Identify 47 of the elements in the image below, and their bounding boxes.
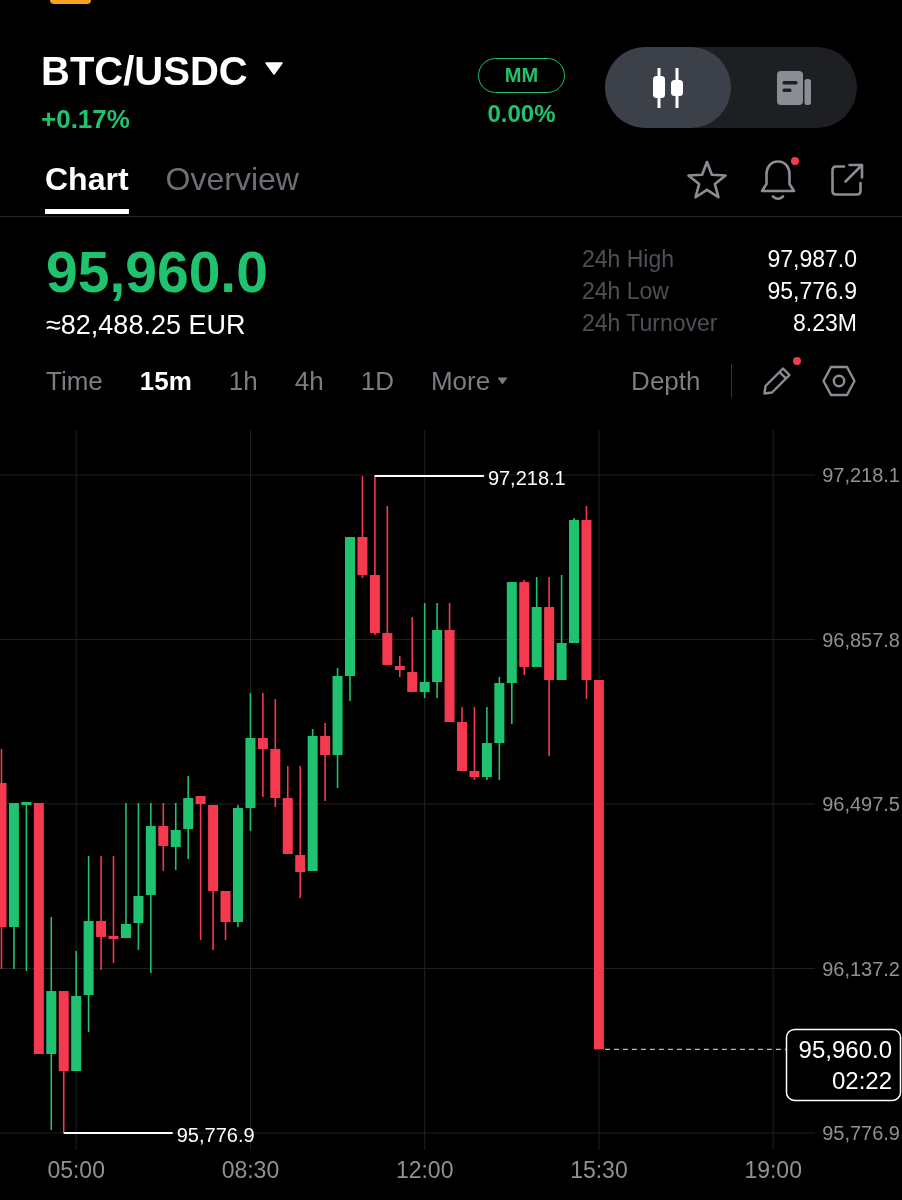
caret-down-icon	[497, 377, 509, 385]
interval-tab[interactable]: 1D	[360, 364, 394, 398]
stat-value: 8.23M	[793, 309, 857, 338]
interval-tab[interactable]: Time	[46, 364, 103, 398]
falling-candle	[158, 802, 169, 872]
x-axis-label: 12:00	[395, 1157, 454, 1183]
stat-label: 24h Turnover	[581, 309, 718, 338]
y-axis-label: 96,497.5	[822, 793, 900, 815]
x-axis-label: 19:00	[744, 1157, 802, 1183]
last-price: 95,960.0	[46, 242, 268, 302]
pencil-icon[interactable]	[762, 366, 792, 396]
more-menu-button[interactable]: More	[430, 364, 509, 398]
high-price-label: 97,218.1	[487, 467, 566, 489]
interval-tab[interactable]: 4h	[294, 364, 324, 398]
stat-label: 24h Low	[581, 277, 670, 306]
share-icon[interactable]	[828, 161, 866, 199]
fiat-price: ≈82,488.25 EUR	[46, 309, 246, 341]
interval-tab[interactable]: 1h	[228, 364, 258, 398]
tab[interactable]: Overview	[165, 160, 299, 214]
star-icon[interactable]	[686, 160, 728, 200]
mm-rate-label: 0.00%	[487, 100, 556, 128]
app-icon	[50, 0, 91, 4]
rising-candle	[170, 802, 181, 871]
symbol-selector[interactable]: BTC/USDC	[41, 49, 283, 93]
y-axis-label: 97,218.1	[822, 464, 900, 486]
y-axis-label: 96,857.8	[822, 628, 900, 651]
bell-icon[interactable]	[758, 158, 798, 202]
x-axis-label: 05:00	[47, 1157, 105, 1183]
interval-tab[interactable]: 15m	[139, 364, 192, 398]
low-price-label: 95,776.9	[176, 1124, 255, 1146]
x-axis-label: 08:30	[221, 1157, 280, 1183]
stat-label: 24h High	[581, 245, 675, 274]
last-price-label: 95,960.0	[798, 1036, 892, 1064]
y-axis-label: 96,137.2	[822, 957, 900, 980]
settings-icon[interactable]	[822, 365, 856, 397]
depth-button[interactable]: Depth	[631, 364, 701, 398]
caret-down-icon	[264, 61, 283, 75]
tab[interactable]: Chart	[45, 160, 129, 214]
countdown-label: 02:22	[831, 1067, 892, 1095]
falling-candle	[457, 706, 467, 772]
stat-value: 97,987.0	[767, 245, 857, 274]
x-axis-label: 15:30	[570, 1157, 628, 1183]
candlestick-icon	[651, 67, 685, 108]
stat-value: 95,776.9	[767, 277, 857, 306]
y-axis-label: 95,776.9	[822, 1122, 900, 1144]
price-change-label: +0.17%	[41, 104, 130, 134]
document-icon	[777, 70, 811, 105]
